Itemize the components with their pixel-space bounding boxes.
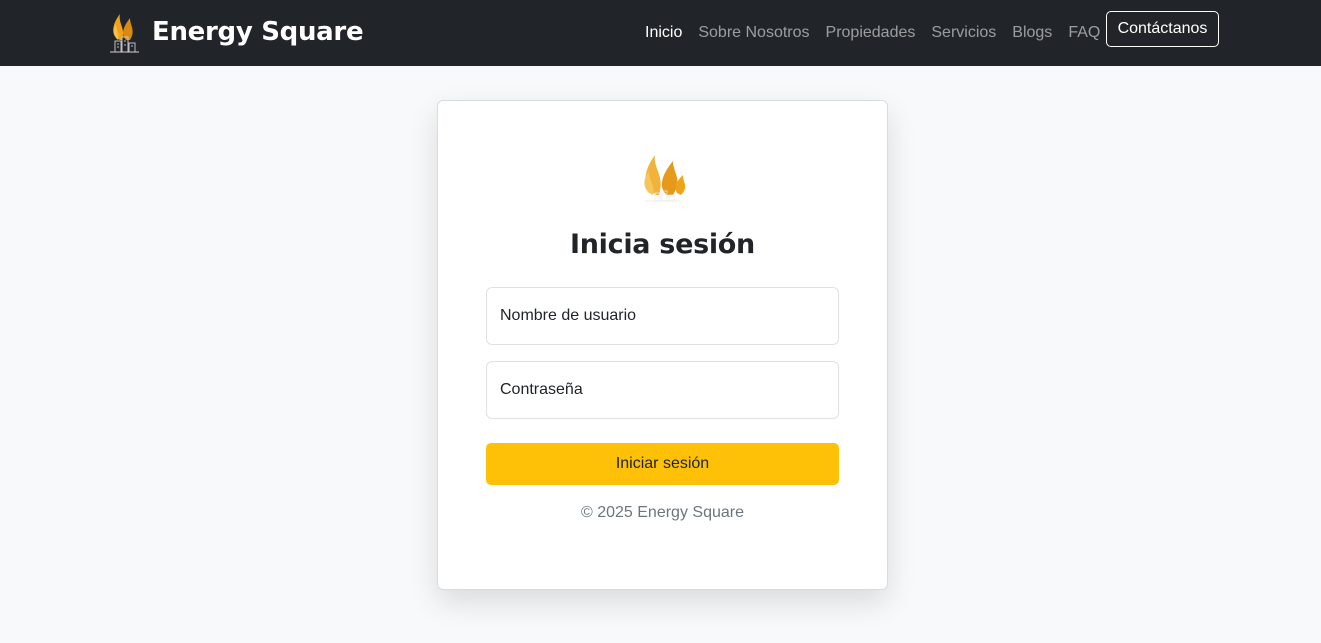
- login-title: Inicia sesión: [570, 229, 755, 260]
- username-input[interactable]: [487, 288, 838, 344]
- nav-link-blogs[interactable]: Blogs: [1004, 24, 1060, 42]
- top-navbar: Energy Square Inicio Sobre Nosotros Prop…: [0, 0, 1321, 66]
- login-submit-button[interactable]: Iniciar sesión: [486, 443, 839, 485]
- copyright-text: © 2025 Energy Square: [580, 504, 744, 521]
- nav-link-sobre-nosotros[interactable]: Sobre Nosotros: [690, 24, 817, 42]
- username-field[interactable]: Nombre de usuario: [486, 287, 839, 345]
- nav-link-inicio[interactable]: Inicio: [637, 24, 690, 42]
- login-card: Inicia sesión Nombre de usuario Contrase…: [437, 100, 888, 590]
- brand-link[interactable]: Energy Square: [106, 9, 364, 55]
- password-input[interactable]: [487, 362, 838, 418]
- brand-name: Energy Square: [152, 17, 364, 47]
- nav-link-propiedades[interactable]: Propiedades: [818, 24, 924, 42]
- contact-button[interactable]: Contáctanos: [1106, 11, 1219, 47]
- nav-link-faq[interactable]: FAQ: [1060, 24, 1108, 42]
- flame-logo-icon: [644, 155, 686, 202]
- main-nav: Inicio Sobre Nosotros Propiedades Servic…: [637, 0, 1108, 66]
- password-field[interactable]: Contraseña: [486, 361, 839, 419]
- flame-building-icon: [110, 14, 139, 53]
- nav-link-servicios[interactable]: Servicios: [923, 24, 1004, 42]
